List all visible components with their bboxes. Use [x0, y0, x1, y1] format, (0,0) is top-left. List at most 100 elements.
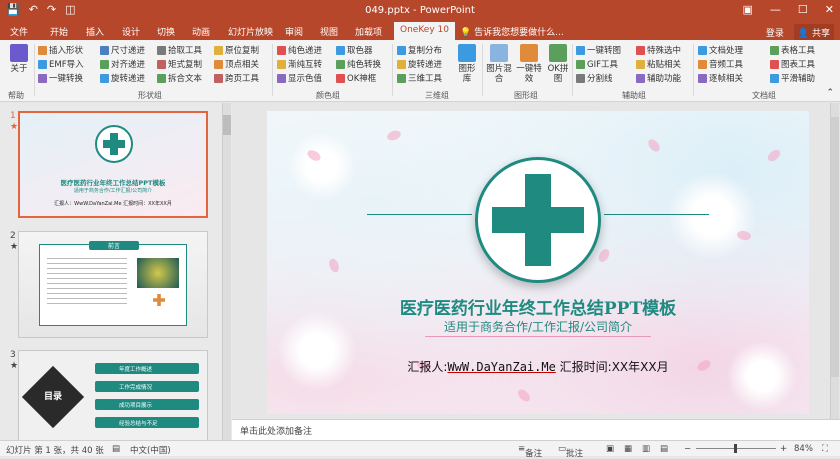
slide-sorter-icon[interactable]: ▦	[624, 444, 632, 454]
frames-icon	[698, 73, 707, 83]
image-blend-button[interactable]: 图片混合	[486, 44, 512, 84]
tab-view[interactable]: 视图	[320, 25, 338, 38]
login-button[interactable]: 登录	[766, 26, 784, 39]
smooth-aux-button[interactable]: 平滑辅助	[770, 72, 815, 84]
gif-tools-button[interactable]: GIF工具	[576, 58, 618, 70]
cross-page-button[interactable]: 跨页工具	[214, 72, 259, 84]
one-key-image-button[interactable]: 一键转图	[576, 44, 621, 56]
slideshow-icon[interactable]: ▤	[660, 444, 668, 454]
maximize-icon[interactable]: ☐	[798, 3, 808, 16]
cross-logo-icon	[95, 125, 133, 163]
rotate-step-button[interactable]: 旋转递进	[100, 72, 145, 84]
collage-icon	[549, 44, 567, 62]
solid-step-button[interactable]: 纯色递进	[277, 44, 322, 56]
tab-slideshow[interactable]: 幻灯片放映	[228, 25, 273, 38]
3d-tools-button[interactable]: 三维工具	[397, 72, 442, 84]
tab-review[interactable]: 审阅	[285, 25, 303, 38]
fit-slide-icon[interactable]: ⛶	[822, 444, 828, 454]
align-step-button[interactable]: 对齐递进	[100, 58, 145, 70]
pick-tool-button[interactable]: 拾取工具	[157, 44, 202, 56]
special-select-button[interactable]: 特殊选中	[636, 44, 681, 56]
vertex-button[interactable]: 顶点相关	[214, 58, 259, 70]
color-picker-label: 取色器	[347, 46, 373, 56]
close-icon[interactable]: ✕	[825, 3, 834, 16]
group-separator	[572, 44, 573, 96]
spellcheck-icon[interactable]: ▤	[112, 444, 120, 454]
group-separator	[272, 44, 273, 96]
one-key-convert-button[interactable]: 一键转换	[38, 72, 83, 84]
tab-design[interactable]: 设计	[122, 25, 140, 38]
ok-collage-label: OK拼图	[547, 64, 569, 84]
table-tools-button[interactable]: 表格工具	[770, 44, 815, 56]
group-label-3d: 三维组	[425, 91, 449, 100]
blend-icon	[490, 44, 508, 62]
doc-process-button[interactable]: 文档处理	[698, 44, 743, 56]
minimize-icon[interactable]: —	[770, 3, 781, 16]
show-color-button[interactable]: 显示色值	[277, 72, 322, 84]
table-icon	[770, 45, 779, 55]
thumbnail-scrollbar[interactable]	[222, 103, 231, 440]
share-button[interactable]: 👤 共享	[793, 24, 834, 41]
chart-tools-button[interactable]: 图表工具	[770, 58, 815, 70]
current-slide[interactable]: 医疗医药行业年终工作总结PPT模板 适用于商务合作/工作汇报/公司简介 汇报人:…	[267, 111, 809, 414]
toc-item: 工作完成情况	[95, 381, 199, 392]
copy-distribute-button[interactable]: 复制分布	[397, 44, 442, 56]
ok-frame-label: OK神框	[347, 74, 377, 84]
tab-animations[interactable]: 动画	[192, 25, 210, 38]
zoom-slider-thumb[interactable]	[734, 444, 737, 453]
language-status[interactable]: 中文(中国)	[130, 444, 171, 456]
zoom-level[interactable]: 84%	[794, 444, 813, 454]
tab-insert[interactable]: 插入	[86, 25, 104, 38]
split-text-button[interactable]: 拆合文本	[157, 72, 202, 84]
slide-thumbnail-3[interactable]: 目录 年度工作概述 工作完成情况 成功项目展示 经验总结与不足	[18, 350, 208, 442]
collapse-ribbon-icon[interactable]: ⌃	[826, 88, 834, 98]
gradient-swap-button[interactable]: 渐纯互转	[277, 58, 322, 70]
notes-pane[interactable]: 单击此处添加备注	[232, 419, 840, 440]
comments-label: 批注	[566, 449, 584, 459]
about-button[interactable]: 关于	[6, 44, 32, 74]
tell-me-search[interactable]: 💡 告诉我您想要做什么...	[460, 25, 564, 38]
color-picker-button[interactable]: 取色器	[336, 44, 373, 56]
editor-scrollbar[interactable]	[830, 103, 839, 419]
paste-related-button[interactable]: 粘贴相关	[636, 58, 681, 70]
aux-function-button[interactable]: 辅助功能	[636, 72, 681, 84]
size-step-button[interactable]: 尺寸递进	[100, 44, 145, 56]
emf-import-button[interactable]: EMF导入	[38, 58, 84, 70]
frame-related-button[interactable]: 逐帧相关	[698, 72, 743, 84]
comments-button[interactable]: ▭ 批注	[558, 444, 583, 459]
time-label: 汇报时间:XX年XX月	[559, 360, 669, 374]
ribbon: 关于 帮助 插入形状 尺寸递进 拾取工具 原位复制 EMF导入 对齐递进 矩式复…	[0, 40, 840, 102]
normal-view-icon[interactable]: ▣	[606, 444, 614, 454]
zoom-out-icon[interactable]: −	[684, 444, 691, 454]
scroll-thumb[interactable]	[831, 117, 839, 377]
tab-transitions[interactable]: 切换	[157, 25, 175, 38]
tab-onekey[interactable]: OneKey 10	[394, 22, 455, 40]
solid-convert-button[interactable]: 纯色转换	[336, 58, 381, 70]
slide-thumbnail-1[interactable]: 医疗医药行业年终工作总结PPT模板 适用于商务合作/工作汇报/公司简介 汇报人：…	[18, 111, 208, 218]
slide-thumbnail-pane: 1 ★ 医疗医药行业年终工作总结PPT模板 适用于商务合作/工作汇报/公司简介 …	[0, 103, 232, 442]
ok-frame-button[interactable]: OK神框	[336, 72, 376, 84]
ribbon-display-icon[interactable]: ▣	[743, 3, 753, 16]
tab-home[interactable]: 开始	[50, 25, 68, 38]
divider-line-label: 分割线	[587, 74, 613, 84]
scroll-thumb[interactable]	[223, 115, 231, 135]
ok-collage-button[interactable]: OK拼图	[546, 44, 570, 84]
one-key-effect-button[interactable]: 一键特效	[516, 44, 542, 84]
tab-file[interactable]: 文件	[10, 25, 28, 38]
star-icon: ★	[10, 242, 19, 252]
audio-tools-button[interactable]: 音频工具	[698, 58, 743, 70]
shape-icon	[38, 45, 47, 55]
zoom-in-icon[interactable]: +	[780, 444, 787, 454]
tab-addins[interactable]: 加载项	[355, 25, 382, 38]
doc-icon	[698, 45, 707, 55]
reading-view-icon[interactable]: ▥	[642, 444, 650, 454]
notes-button[interactable]: ≡ 备注	[518, 444, 542, 459]
inplace-copy-button[interactable]: 原位复制	[214, 44, 259, 56]
slide-thumbnail-2[interactable]: 前言	[18, 231, 208, 338]
shape-library-button[interactable]: 图形库	[455, 44, 479, 84]
3d-rotate-button[interactable]: 旋转递进	[397, 58, 442, 70]
chart-tools-label: 图表工具	[781, 60, 816, 70]
insert-shape-button[interactable]: 插入形状	[38, 44, 83, 56]
divider-line-button[interactable]: 分割线	[576, 72, 613, 84]
matrix-copy-button[interactable]: 矩式复制	[157, 58, 202, 70]
